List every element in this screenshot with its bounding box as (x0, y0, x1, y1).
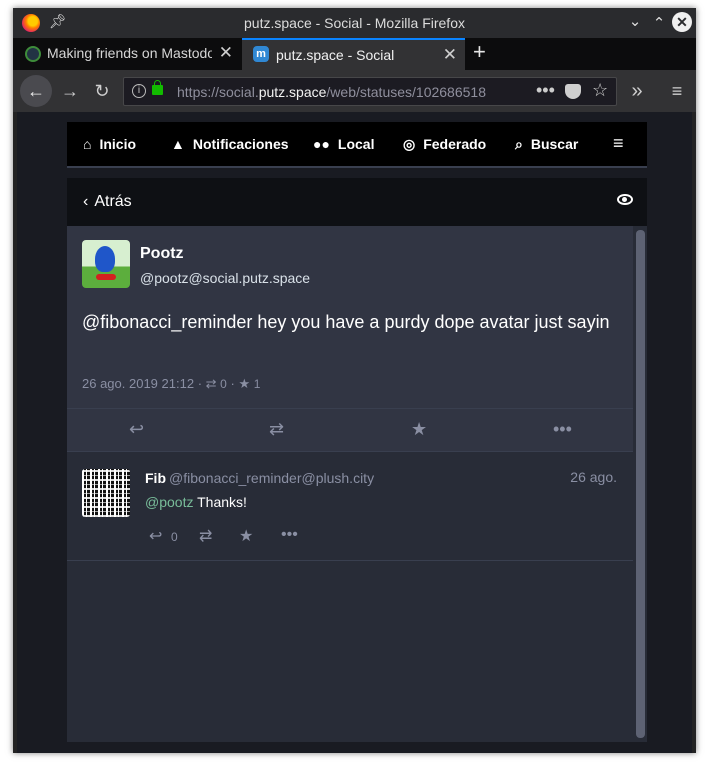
page-content: ⌂ Inicio ▲ Notificaciones ●● Local ◎ Federad… (17, 112, 692, 753)
globe-icon: ◎ (403, 136, 416, 152)
scrollbar[interactable] (633, 226, 647, 742)
tab-putz-space[interactable]: m putz.space - Social ✕ (242, 38, 465, 70)
new-tab-icon[interactable]: + (473, 39, 486, 65)
page-actions-icon[interactable]: ••• (536, 80, 555, 101)
mention-link[interactable]: @pootz (145, 494, 193, 510)
sonic-shoes (96, 274, 116, 280)
column-navigation: ⌂ Inicio ▲ Notificaciones ●● Local ◎ Federad… (67, 122, 647, 168)
back-link[interactable]: ‹ Atrás (83, 193, 132, 211)
status-meta: 26 ago. 2019 21:12 · ⇄ 0 · ★ 1 (82, 376, 261, 391)
column-header: ‹ Atrás (67, 178, 647, 226)
title-bar: 📌︎ putz.space - Social - Mozilla Firefox… (13, 8, 696, 38)
sonic-figure (95, 246, 115, 272)
globe-favicon-icon (25, 46, 41, 62)
nav-local[interactable]: ●● Local (313, 136, 375, 152)
nav-notificaciones[interactable]: ▲ Notificaciones (171, 136, 289, 152)
detailed-status: Pootz @pootz@social.putz.space @fibonacc… (67, 226, 633, 408)
status-action-bar: ↩ ⇄ ★ ••• (67, 408, 633, 452)
search-icon: ⌕ (515, 136, 523, 152)
overflow-chevron-icon[interactable]: » (622, 76, 652, 106)
nav-federado[interactable]: ◎ Federado (403, 136, 486, 153)
reblog-count[interactable]: 0 (220, 377, 227, 391)
home-icon: ⌂ (83, 136, 92, 152)
forward-button[interactable]: → (55, 76, 85, 106)
hamburger-menu-icon[interactable]: ≡ (662, 76, 692, 106)
mastodon-favicon-icon: m (253, 46, 269, 62)
window-title: putz.space - Social - Mozilla Firefox (244, 15, 465, 31)
reblog-small-icon: ⇄ (205, 376, 217, 391)
chevron-left-icon: ‹ (83, 193, 89, 210)
tab-close-icon[interactable]: ✕ (443, 45, 457, 65)
more-ellipsis-icon[interactable]: ••• (553, 419, 572, 440)
nav-buscar[interactable]: ⌕ Buscar (515, 136, 578, 153)
reblog-icon[interactable]: ⇄ (199, 526, 212, 546)
scrollbar-thumb[interactable] (636, 230, 645, 738)
tab-close-icon[interactable]: ✕ (219, 43, 233, 63)
info-icon[interactable]: i (132, 84, 146, 98)
reblog-icon[interactable]: ⇄ (269, 419, 284, 440)
eye-icon[interactable] (617, 194, 633, 205)
status-text: @fibonacci_reminder hey you have a purdy… (82, 312, 610, 332)
reply-status[interactable]: Fib @fibonacci_reminder@plush.city 26 ag… (67, 452, 633, 561)
tab-label: putz.space - Social (276, 47, 395, 63)
pocket-icon[interactable] (565, 84, 581, 99)
tab-label: Making friends on Mastodon (47, 45, 212, 61)
qr-avatar[interactable] (82, 469, 130, 517)
menu-bars-icon[interactable]: ≡ (613, 133, 624, 154)
reply-display-name[interactable]: Fib (145, 470, 166, 486)
favourite-count[interactable]: 1 (254, 377, 261, 391)
favourite-star-icon[interactable]: ★ (411, 419, 427, 440)
close-window-button[interactable]: ✕ (672, 12, 692, 32)
address-bar[interactable]: i https://social.putz.space/web/statuses… (123, 77, 617, 106)
status-date[interactable]: 26 ago. 2019 21:12 (82, 376, 194, 391)
account-handle[interactable]: @pootz@social.putz.space (140, 270, 310, 286)
lock-icon[interactable] (152, 80, 163, 95)
avatar[interactable] (82, 240, 130, 288)
minimize-icon[interactable]: ⌄ (625, 12, 645, 30)
bell-icon: ▲ (171, 136, 185, 152)
tab-bar: Making friends on Mastodon ✕ m putz.spac… (13, 38, 696, 70)
reply-text: @pootz Thanks! (145, 494, 247, 510)
reply-icon[interactable]: ↩ (149, 526, 162, 546)
navigation-toolbar: ← → ↻ i https://social.putz.space/web/st… (13, 70, 696, 112)
browser-window: 📌︎ putz.space - Social - Mozilla Firefox… (13, 8, 696, 753)
reload-button[interactable]: ↻ (87, 76, 117, 106)
nav-inicio[interactable]: ⌂ Inicio (83, 136, 136, 152)
reply-timestamp[interactable]: 26 ago. (570, 469, 617, 485)
reply-icon[interactable]: ↩ (129, 419, 144, 440)
users-icon: ●● (313, 136, 330, 152)
bookmark-star-icon[interactable]: ☆ (592, 80, 608, 101)
status-column: Pootz @pootz@social.putz.space @fibonacc… (67, 226, 647, 742)
more-ellipsis-icon[interactable]: ••• (281, 526, 298, 544)
url-text[interactable]: https://social.putz.space/web/statuses/1… (177, 84, 499, 100)
reply-account-handle[interactable]: @fibonacci_reminder@plush.city (169, 470, 374, 486)
tab-making-friends[interactable]: Making friends on Mastodon ✕ (13, 38, 241, 70)
star-small-icon: ★ (238, 376, 251, 391)
favourite-star-icon[interactable]: ★ (239, 526, 253, 546)
reply-count: 0 (171, 530, 178, 544)
display-name[interactable]: Pootz (140, 245, 184, 263)
back-button[interactable]: ← (20, 75, 52, 107)
maximize-icon[interactable]: ⌃ (649, 14, 669, 32)
